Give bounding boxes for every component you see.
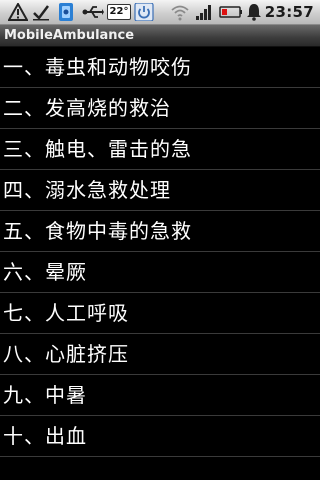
title-bar: MobileAmbulance [0,25,320,47]
wifi-icon [171,5,189,21]
list-item-label: 八、心脏挤压 [3,342,129,366]
list-item-label: 二、发高烧的救治 [3,96,171,120]
list-item-heatstroke[interactable]: 九、中暑 [0,375,320,416]
usb-debug-icon [59,3,73,21]
list-item-label: 六、晕厥 [3,260,87,284]
warning-icon [8,3,28,21]
list-item-food-poisoning[interactable]: 五、食物中毒的急救 [0,211,320,252]
list-item-label: 一、毒虫和动物咬伤 [3,55,192,79]
list-item-fever[interactable]: 二、发高烧的救治 [0,88,320,129]
app-title: MobileAmbulance [4,28,135,43]
list-item-cardiac-compression[interactable]: 八、心脏挤压 [0,334,320,375]
list-item-label: 七、人工呼吸 [3,301,129,325]
list-item-fainting[interactable]: 六、晕厥 [0,252,320,293]
list-item-label: 十、出血 [3,424,87,448]
list-item-drowning[interactable]: 四、溺水急救处理 [0,170,320,211]
list-item-electric-shock[interactable]: 三、触电、雷击的急 [0,129,320,170]
temperature-icon: 22° [107,4,131,20]
notification-icon [247,4,261,21]
topic-list: 一、毒虫和动物咬伤 二、发高烧的救治 三、触电、雷击的急 四、溺水急救处理 五、… [0,47,320,457]
list-item-label: 五、食物中毒的急救 [3,219,192,243]
status-bar-time: 23:57 [264,3,314,21]
signal-icon [196,5,211,20]
status-bar[interactable]: 22° 23:57 [0,0,320,25]
list-item-label: 三、触电、雷击的急 [3,137,192,161]
list-item-bleeding[interactable]: 十、出血 [0,416,320,457]
power-icon [134,3,154,21]
list-item-bites[interactable]: 一、毒虫和动物咬伤 [0,47,320,88]
list-item-artificial-respiration[interactable]: 七、人工呼吸 [0,293,320,334]
battery-icon [219,6,242,18]
list-item-label: 九、中暑 [3,383,87,407]
usb-icon [82,6,104,18]
app-screen: 22° 23:57 MobileAmbulance 一、毒虫和动物咬伤 二、发高… [0,0,320,480]
list-item-label: 四、溺水急救处理 [3,178,171,202]
check-icon [33,5,49,21]
